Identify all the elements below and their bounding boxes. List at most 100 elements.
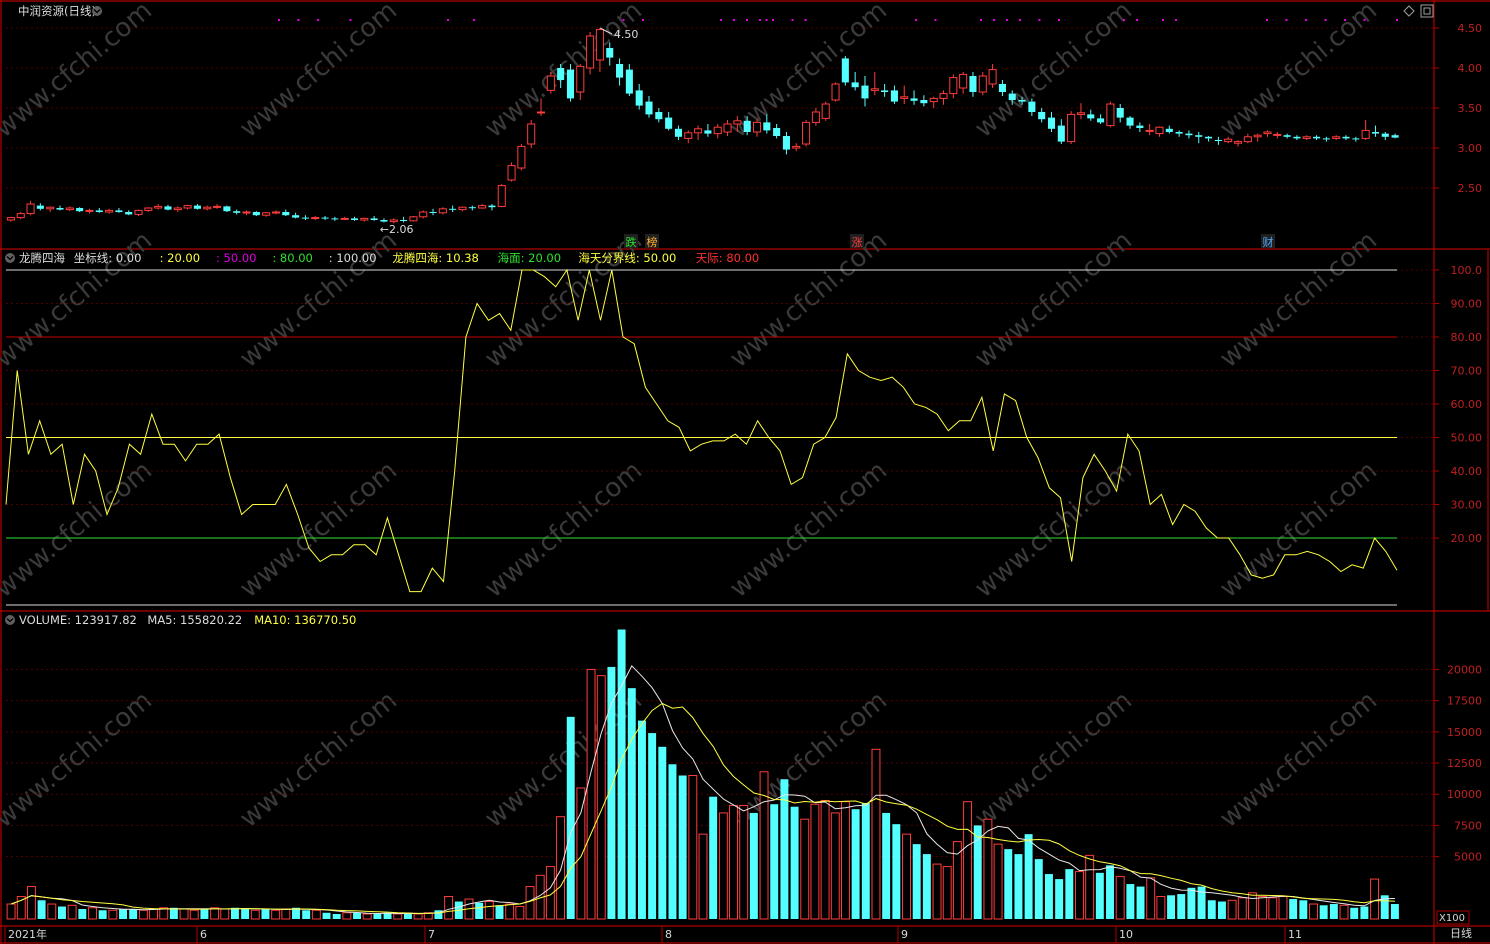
candle-body: [1145, 129, 1154, 132]
volume-dropdown-icon[interactable]: [5, 615, 15, 625]
signal-dot: [622, 19, 625, 21]
candle: [1381, 132, 1389, 140]
longteng-line: [5, 268, 1398, 593]
signal-dot: [1344, 19, 1346, 21]
candle: [340, 216, 349, 220]
volume-bar: [413, 913, 423, 920]
candle-body: [1332, 136, 1341, 139]
ind-tick-label: 70.00: [1451, 365, 1483, 378]
volume-bar: [271, 909, 281, 920]
volume-bar: [932, 863, 942, 920]
candle-body: [1313, 136, 1321, 139]
watermark-text: www.cfchi.com: [1214, 226, 1383, 374]
signal-dot: [1019, 19, 1021, 21]
candle: [370, 216, 378, 221]
candle-body: [733, 120, 742, 125]
panel-headers: 龙腾四海 坐标线: 0.00: 20.00: 50.00: 80.00: 100.…: [19, 251, 759, 627]
candle-body: [282, 212, 290, 216]
volume-bar: [759, 771, 769, 920]
signal-dot: [1175, 19, 1177, 21]
x-tick-label: 9: [901, 928, 908, 941]
volume-bar: [1085, 854, 1095, 920]
candle: [1185, 130, 1193, 139]
candle-body: [1233, 141, 1243, 144]
volume-bar: [790, 806, 799, 919]
header-item: 龙腾四海: 10.38: [392, 251, 478, 265]
candle: [1313, 135, 1321, 140]
candle: [1352, 136, 1360, 142]
candle: [1322, 136, 1330, 142]
volume-bar: [718, 812, 728, 920]
diamond-icon[interactable]: [1403, 5, 1415, 17]
volume-bar: [37, 900, 46, 919]
volume-bar: [261, 909, 270, 919]
volume-bar: [658, 746, 667, 919]
candle: [105, 208, 114, 214]
ind-tick-label: 60.00: [1451, 398, 1483, 411]
watermark-text: www.cfchi.com: [724, 456, 893, 604]
volume-bar: [861, 802, 870, 919]
volume-bar: [47, 903, 57, 920]
volume-bar: [668, 764, 677, 919]
volume-bar: [688, 775, 698, 920]
candle: [655, 108, 663, 123]
volume-bar: [922, 854, 931, 919]
chart-title: 中润资源(日线): [18, 4, 96, 18]
candle-body: [1253, 134, 1262, 138]
candle: [6, 216, 15, 222]
title-dropdown-icon[interactable]: [92, 6, 102, 16]
candle: [576, 64, 585, 100]
candle-body: [262, 212, 271, 216]
candle: [1106, 101, 1115, 128]
signal-dot: [1305, 19, 1307, 21]
header-item: VOLUME: 123917.82: [19, 613, 137, 627]
volume-bar: [281, 908, 291, 920]
vol-tick-label: 12500: [1447, 757, 1482, 770]
signal-dot: [1363, 19, 1366, 21]
volume-bar: [902, 833, 911, 920]
watermark-text: www.cfchi.com: [0, 0, 158, 144]
candle-body: [242, 211, 251, 214]
watermark-text: www.cfchi.com: [1214, 686, 1383, 834]
candle-body: [1391, 135, 1399, 138]
candle-body: [350, 218, 359, 220]
volume-bar: [729, 804, 738, 920]
maximize-icon[interactable]: [1420, 4, 1434, 18]
volume-bar: [1146, 877, 1156, 920]
candle: [223, 205, 231, 212]
candle-body: [595, 29, 604, 61]
candle: [694, 125, 703, 140]
volume-bar: [373, 914, 382, 919]
candle-body: [203, 206, 212, 210]
candle: [821, 101, 830, 121]
candle: [616, 58, 624, 86]
volume-bar: [648, 733, 657, 919]
candle-body: [566, 69, 575, 99]
volume-unit: X100: [1439, 913, 1465, 924]
marker-2: 涨: [852, 236, 863, 249]
volume-bar: [566, 716, 575, 919]
candle: [95, 208, 103, 213]
candle-body: [468, 207, 476, 209]
volume-bar: [88, 907, 97, 920]
volume-bar: [6, 903, 16, 920]
candle-body: [1136, 125, 1144, 128]
indicator-dropdown-icon[interactable]: [5, 253, 15, 263]
volume-bar: [830, 812, 840, 920]
volume-bar: [800, 818, 810, 920]
candle: [271, 210, 280, 215]
candle-body: [301, 217, 309, 219]
watermark-text: www.cfchi.com: [234, 456, 403, 604]
candle-body: [1214, 140, 1222, 141]
signal-dot: [1123, 19, 1125, 21]
candle-body: [478, 205, 487, 209]
candle: [26, 200, 35, 216]
candle-body: [95, 210, 103, 212]
volume-bar: [678, 775, 687, 919]
candle: [183, 204, 192, 210]
candle-body: [183, 205, 192, 209]
volume-bar: [749, 812, 758, 919]
candle-body: [419, 211, 428, 218]
candle-body: [576, 65, 585, 93]
volume-bar: [67, 904, 77, 920]
